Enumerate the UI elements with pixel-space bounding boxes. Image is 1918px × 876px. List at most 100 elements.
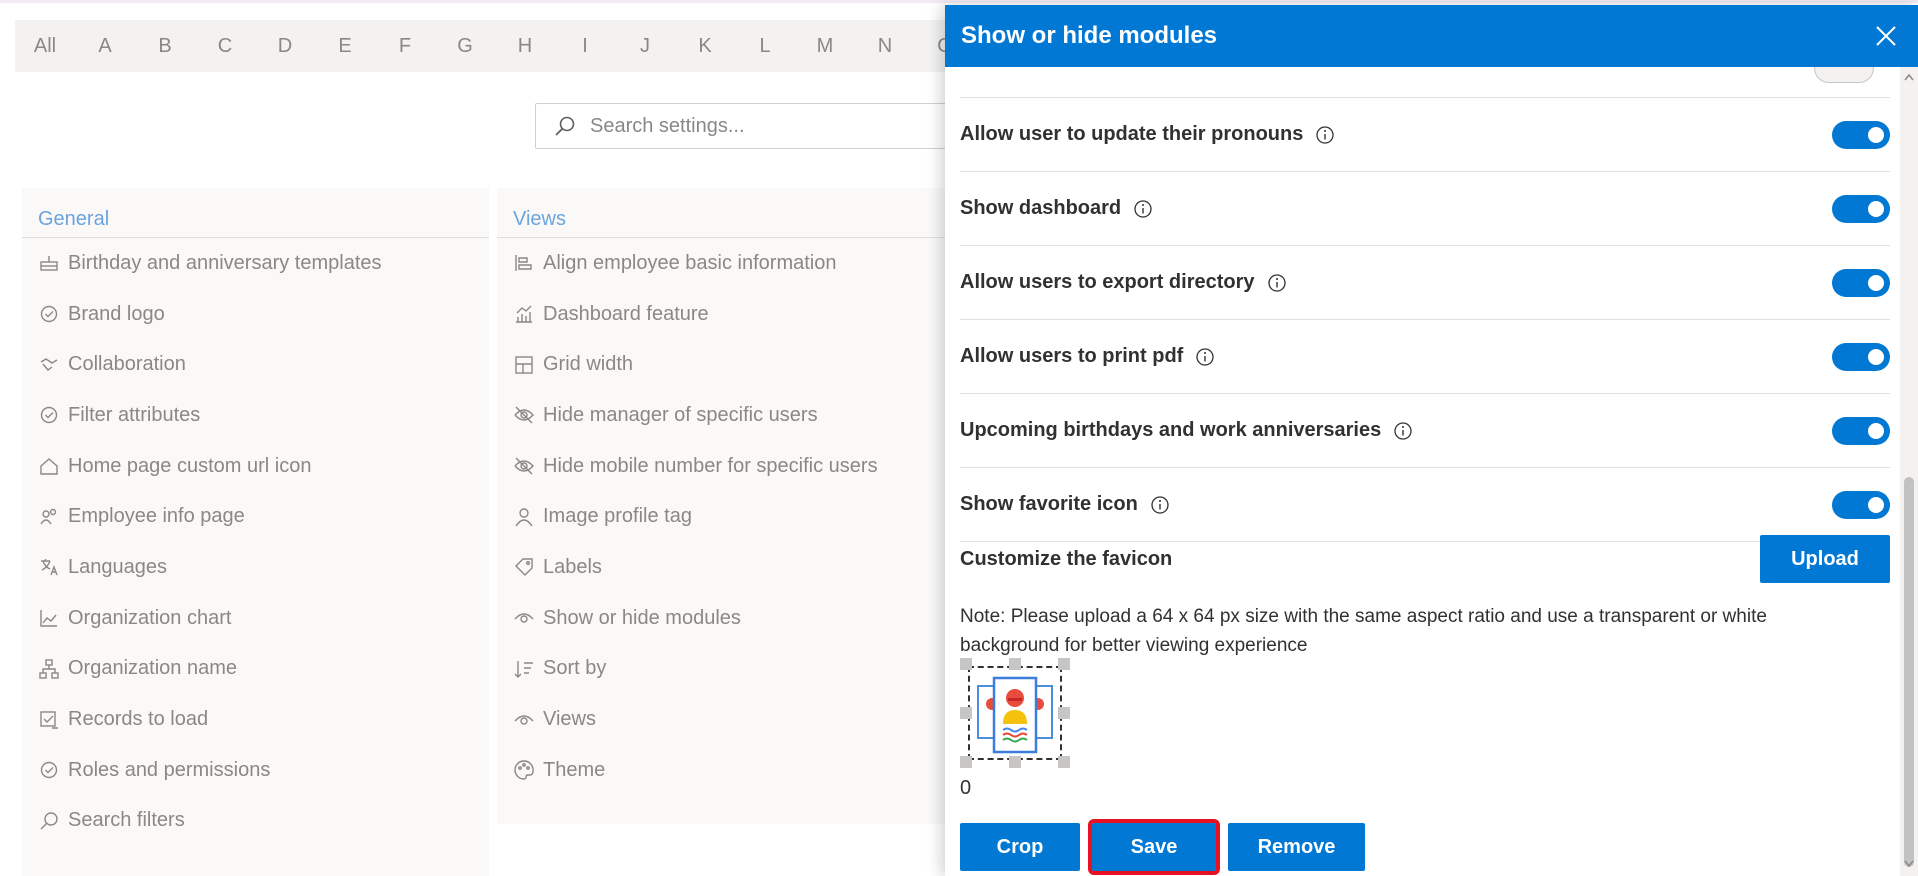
action-buttons: Crop Save Remove [960,819,1365,875]
alphabet-letter[interactable]: L [735,35,795,58]
crop-handle[interactable] [960,756,972,768]
close-button[interactable] [1870,20,1902,52]
crop-button[interactable]: Crop [960,823,1080,871]
crop-handle[interactable] [1009,756,1021,768]
crop-handle[interactable] [960,707,972,719]
upload-button[interactable]: Upload [1760,535,1890,583]
general-setting-label: Home page custom url icon [68,454,312,477]
alphabet-letter[interactable]: K [675,35,735,58]
views-setting-item[interactable]: Views [497,694,947,745]
general-setting-label: Organization chart [68,606,232,629]
crop-handle[interactable] [1009,658,1021,670]
person-icon [513,506,535,528]
views-setting-item[interactable]: Image profile tag [497,491,947,542]
toggle-switch[interactable] [1832,268,1890,297]
alphabet-letter[interactable]: M [795,35,855,58]
views-setting-item[interactable]: Sort by [497,644,947,695]
partial-toggle[interactable] [1814,67,1874,83]
general-setting-label: Organization name [68,657,237,680]
favicon-section-header: Customize the favicon Upload [960,533,1890,585]
info-icon[interactable] [1393,421,1413,441]
general-setting-item[interactable]: Languages [22,542,489,593]
alphabet-letter[interactable]: N [855,35,915,58]
views-setting-label: Views [543,708,596,731]
alphabet-letter[interactable]: C [195,35,255,58]
views-setting-item[interactable]: Hide mobile number for specific users [497,441,947,492]
panel-scrollbar[interactable] [1900,67,1918,876]
crop-handle[interactable] [1058,707,1070,719]
alphabet-letter[interactable]: E [315,35,375,58]
general-setting-item[interactable]: Birthday and anniversary templates [22,238,489,289]
alphabet-letter[interactable]: A [75,35,135,58]
area-chart-icon [38,607,60,629]
info-icon[interactable] [1315,125,1335,145]
views-setting-item[interactable]: Hide manager of specific users [497,390,947,441]
toggle-row: Show dashboard [960,172,1890,246]
toggle-knob [1868,126,1884,143]
views-setting-item[interactable]: Grid width [497,339,947,390]
toggle-switch[interactable] [1832,342,1890,371]
crop-handle[interactable] [1058,658,1070,670]
crop-handle[interactable] [1058,756,1070,768]
views-setting-item[interactable]: Dashboard feature [497,289,947,340]
count-label: 0 [960,777,972,799]
general-setting-item[interactable]: Organization chart [22,593,489,644]
info-icon[interactable] [1133,199,1153,219]
general-setting-item[interactable]: Brand logo [22,289,489,340]
scroll-thumb[interactable] [1904,477,1914,867]
search-input[interactable] [588,113,892,139]
search-box[interactable] [535,103,955,149]
toggle-switch[interactable] [1832,490,1890,519]
favicon-preview[interactable] [960,658,1070,768]
badge-icon [38,404,60,426]
info-icon[interactable] [1195,347,1215,367]
views-setting-item[interactable]: Theme [497,745,947,796]
handshake-icon [38,354,60,376]
general-setting-item[interactable]: Employee info page [22,491,489,542]
toggle-row: Allow users to print pdf [960,320,1890,394]
views-setting-item[interactable]: Labels [497,542,947,593]
general-setting-item[interactable]: Organization name [22,644,489,695]
grid-icon [513,354,535,376]
toggle-switch[interactable] [1832,194,1890,223]
general-setting-label: Employee info page [68,505,245,528]
views-header: Views [497,188,947,238]
views-setting-label: Hide manager of specific users [543,403,818,426]
alphabet-letter[interactable]: D [255,35,315,58]
toggle-label: Show dashboard [960,197,1122,219]
close-icon [1876,26,1896,46]
scroll-down-arrow[interactable] [1904,860,1914,870]
alphabet-letter[interactable]: H [495,35,555,58]
general-setting-label: Languages [68,555,167,578]
general-setting-item[interactable]: Search filters [22,796,489,847]
general-setting-item[interactable]: Records to load [22,694,489,745]
alphabet-letter[interactable]: All [15,35,75,58]
org-icon [38,658,60,680]
alphabet-letter[interactable]: J [615,35,675,58]
eye-icon [513,709,535,731]
alphabet-letter[interactable]: F [375,35,435,58]
views-setting-item[interactable]: Show or hide modules [497,593,947,644]
panel-title: Show or hide modules [961,22,1218,49]
general-setting-item[interactable]: Roles and permissions [22,745,489,796]
toggle-knob [1868,200,1884,217]
views-setting-item[interactable]: Align employee basic information [497,238,947,289]
checkbox-list-icon [38,709,60,731]
alphabet-letter[interactable]: I [555,35,615,58]
save-button[interactable]: Save [1088,819,1220,875]
dashboard-chart-icon [513,303,535,325]
toggle-switch[interactable] [1832,416,1890,445]
general-setting-item[interactable]: Collaboration [22,339,489,390]
alphabet-letter[interactable]: B [135,35,195,58]
scroll-up-arrow[interactable] [1904,73,1914,83]
info-icon[interactable] [1267,273,1287,293]
alphabet-letter[interactable]: O [915,35,945,58]
info-icon[interactable] [1150,495,1170,515]
views-setting-label: Show or hide modules [543,606,741,629]
crop-handle[interactable] [960,658,972,670]
remove-button[interactable]: Remove [1228,823,1365,871]
toggle-switch[interactable] [1832,120,1890,149]
alphabet-letter[interactable]: G [435,35,495,58]
general-setting-item[interactable]: Home page custom url icon [22,441,489,492]
general-setting-item[interactable]: Filter attributes [22,390,489,441]
